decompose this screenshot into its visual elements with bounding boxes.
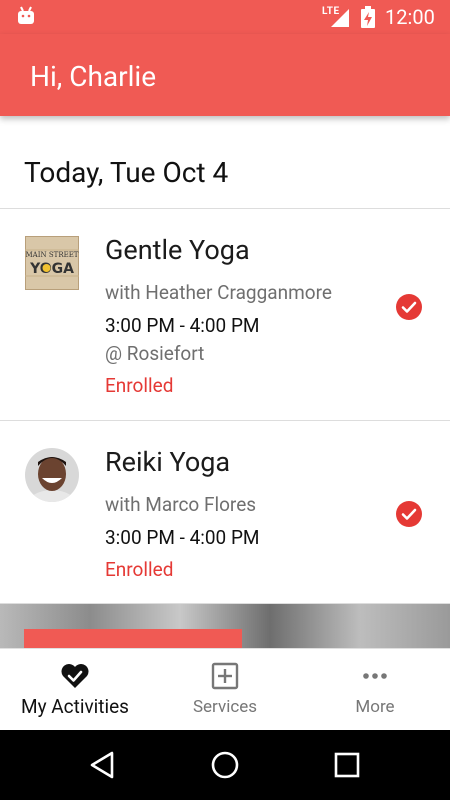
back-icon[interactable] [88, 750, 118, 780]
status-clock: 12:00 [385, 5, 435, 29]
logo-line-1: MAIN STREET [26, 251, 79, 259]
system-navigation-bar [0, 730, 450, 800]
app-bar: Hi, Charlie [0, 34, 450, 116]
date-header: Today, Tue Oct 4 [0, 116, 450, 209]
date-label: Today, Tue Oct 4 [24, 156, 229, 189]
enrollment-status: Enrolled [105, 374, 174, 397]
signal-icon [331, 9, 349, 27]
more-horizontal-icon [363, 673, 387, 679]
nav-label: My Activities [20, 695, 129, 718]
battery-charging-icon [361, 6, 375, 28]
page-title: Hi, Charlie [30, 60, 157, 93]
activity-time: 3:00 PM - 4:00 PM [105, 314, 260, 337]
activity-time: 3:00 PM - 4:00 PM [105, 526, 260, 549]
activity-item-gentle-yoga[interactable]: MAIN STREET YOGA Gentle Yoga with Heathe… [0, 209, 450, 421]
check-circle-icon [396, 501, 422, 527]
nav-label: Services [192, 697, 258, 717]
studio-logo: MAIN STREET YOGA [25, 236, 79, 290]
activity-instructor: with Heather Cragganmore [105, 281, 332, 304]
enrollment-status: Enrolled [105, 558, 174, 581]
android-icon [18, 6, 34, 24]
activity-location: @ Rosiefort [105, 342, 205, 365]
banner-accent [24, 629, 242, 648]
nav-more[interactable]: More [300, 649, 450, 731]
heart-check-icon [61, 664, 89, 688]
nav-services[interactable]: Services [150, 649, 300, 731]
nav-my-activities[interactable]: My Activities [0, 649, 150, 731]
activity-name: Reiki Yoga [105, 446, 231, 478]
activity-instructor: with Marco Flores [105, 493, 257, 516]
activity-item-reiki-yoga[interactable]: Reiki Yoga with Marco Flores 3:00 PM - 4… [0, 421, 450, 604]
nav-label: More [355, 697, 395, 717]
activities-list[interactable]: Today, Tue Oct 4 MAIN STREET YOGA Gentle… [0, 116, 450, 648]
home-icon[interactable] [210, 750, 240, 780]
bottom-navigation: My Activities Services More [0, 648, 450, 730]
recents-icon[interactable] [332, 750, 362, 780]
check-circle-icon [396, 294, 422, 320]
logo-line-2: YOGA [29, 261, 74, 277]
activity-name: Gentle Yoga [105, 234, 250, 266]
status-bar: LTE 12:00 [0, 0, 450, 34]
promo-banner-image[interactable] [0, 604, 450, 648]
plus-square-icon [211, 662, 239, 690]
instructor-avatar [25, 448, 79, 502]
